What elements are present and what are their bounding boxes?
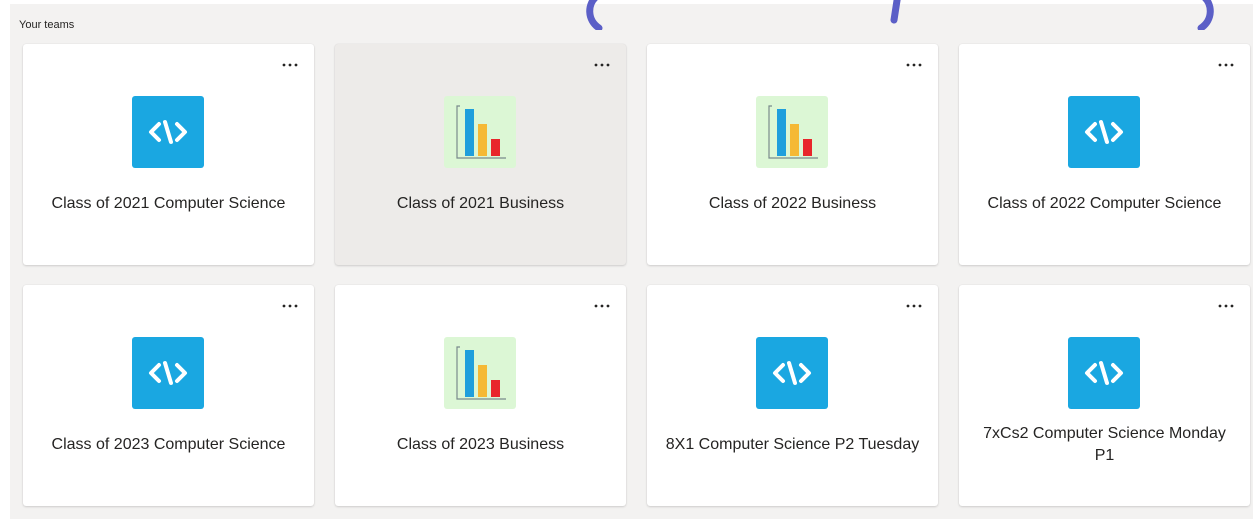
ellipsis-icon	[282, 63, 298, 67]
team-name: Class of 2022 Business	[708, 195, 877, 212]
banner-decoration	[586, 0, 1214, 30]
team-card[interactable]: 7xCs2 Computer Science Monday P1	[959, 285, 1250, 506]
bar-chart-icon	[444, 96, 516, 168]
more-options-button[interactable]	[590, 55, 614, 75]
team-grid: Class of 2021 Computer Science Class of …	[23, 44, 1250, 506]
team-card[interactable]: Class of 2023 Computer Science	[23, 285, 314, 506]
ellipsis-icon	[282, 304, 298, 308]
code-icon	[756, 337, 828, 409]
more-options-button[interactable]	[278, 296, 302, 316]
team-name: 8X1 Computer Science P2 Tuesday	[665, 436, 920, 453]
team-avatar	[1068, 96, 1140, 168]
ellipsis-icon	[906, 63, 922, 67]
team-card[interactable]: Class of 2022 Computer Science	[959, 44, 1250, 265]
team-avatar	[132, 96, 204, 168]
more-options-button[interactable]	[902, 296, 926, 316]
code-icon	[1068, 96, 1140, 168]
team-card[interactable]: Class of 2021 Computer Science	[23, 44, 314, 265]
ellipsis-icon	[906, 304, 922, 308]
more-options-button[interactable]	[278, 55, 302, 75]
team-avatar	[756, 96, 828, 168]
team-avatar	[1068, 337, 1140, 409]
code-icon	[132, 337, 204, 409]
bar-chart-icon	[756, 96, 828, 168]
bar-chart-icon	[444, 337, 516, 409]
team-name: Class of 2022 Computer Science	[987, 195, 1222, 212]
code-icon	[132, 96, 204, 168]
more-options-button[interactable]	[1214, 55, 1238, 75]
team-name: Class of 2021 Business	[396, 195, 565, 212]
teams-panel: Your teams Class of 2021 Computer Scienc…	[10, 0, 1253, 519]
team-avatar	[444, 337, 516, 409]
section-title: Your teams	[19, 19, 75, 31]
team-card[interactable]: Class of 2023 Business	[335, 285, 626, 506]
team-name: Class of 2023 Business	[396, 436, 565, 453]
team-avatar	[756, 337, 828, 409]
team-name: Class of 2021 Computer Science	[51, 195, 286, 212]
team-avatar	[444, 96, 516, 168]
ellipsis-icon	[1218, 304, 1234, 308]
ellipsis-icon	[1218, 63, 1234, 67]
more-options-button[interactable]	[590, 296, 614, 316]
ellipsis-icon	[594, 63, 610, 67]
team-card[interactable]: 8X1 Computer Science P2 Tuesday	[647, 285, 938, 506]
more-options-button[interactable]	[902, 55, 926, 75]
team-name: Class of 2023 Computer Science	[51, 436, 286, 453]
code-icon	[1068, 337, 1140, 409]
more-options-button[interactable]	[1214, 296, 1238, 316]
team-card[interactable]: Class of 2022 Business	[647, 44, 938, 265]
team-card[interactable]: Class of 2021 Business	[335, 44, 626, 265]
team-avatar	[132, 337, 204, 409]
team-name: 7xCs2 Computer Science Monday P1	[983, 425, 1226, 464]
ellipsis-icon	[594, 304, 610, 308]
